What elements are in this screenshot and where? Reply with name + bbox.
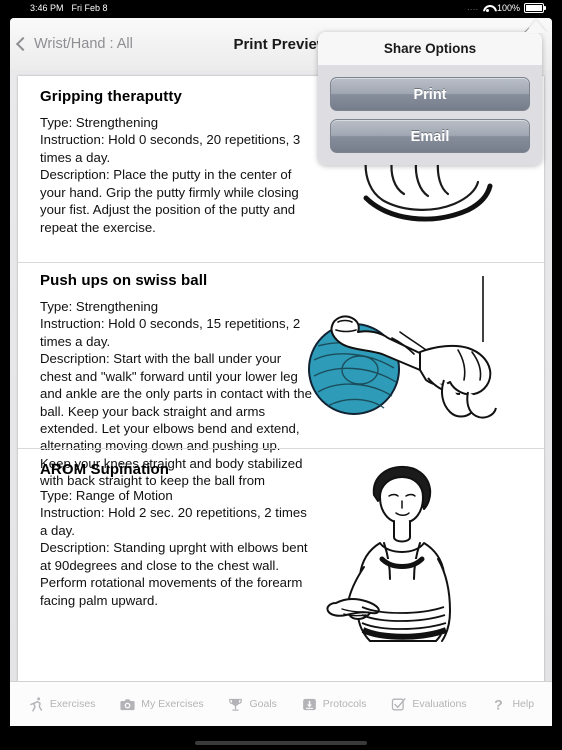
status-bar-left: 3:46 PM Fri Feb 8 (30, 3, 108, 13)
print-preview-page: Gripping theraputty Type: Strengthening … (18, 76, 544, 707)
app-window: Wrist/Hand : All Print Preview Gripping … (10, 18, 552, 726)
tab-label: Evaluations (412, 698, 467, 710)
exercise-instruction: Instruction: Hold 2 sec. 20 repetitions,… (40, 505, 311, 538)
question-mark-icon: ? (495, 697, 504, 713)
exercise-instruction: Instruction: Hold 0 seconds, 20 repetiti… (40, 132, 304, 165)
tab-label: Help (512, 698, 535, 710)
exercise-divider (18, 448, 544, 449)
svg-text:?: ? (495, 697, 504, 713)
runner-icon (30, 696, 43, 712)
battery-percent: 100% (496, 3, 520, 13)
battery-full-icon (524, 3, 546, 13)
exercise-text-column: Push ups on swiss ball Type: Strengtheni… (40, 272, 314, 490)
exercise-title: AROM Supination (40, 461, 169, 478)
tab-goals[interactable]: Goals (227, 696, 277, 713)
tab-bar: Exercises My Exercises Goals Protocols E… (10, 681, 552, 726)
popover-title: Share Options (318, 32, 542, 65)
exercise-description: Description: Place the putty in the cent… (40, 167, 303, 235)
tab-my-exercises[interactable]: My Exercises (119, 696, 204, 713)
home-indicator (195, 741, 367, 745)
download-box-icon (302, 698, 316, 710)
arom-supination-illustration (318, 463, 508, 663)
share-options-popover: Share Options Print Email (318, 32, 542, 165)
checklist-icon (392, 697, 406, 710)
email-button[interactable]: Email (330, 119, 530, 153)
trophy-icon (229, 698, 243, 711)
exercise-title: Gripping theraputty (40, 88, 182, 105)
tab-label: My Exercises (141, 698, 204, 710)
signal-dots-icon: .... (467, 4, 479, 12)
exercise-instruction: Instruction: Hold 0 seconds, 15 repetiti… (40, 316, 304, 349)
print-preview-scroll-area[interactable]: Gripping theraputty Type: Strengthening … (10, 70, 552, 707)
exercise-text-column: AROM Supination Type: Range of Motion In… (40, 461, 314, 609)
exercise-title: Push ups on swiss ball (40, 272, 208, 289)
tab-exercises[interactable]: Exercises (28, 696, 96, 713)
tab-evaluations[interactable]: Evaluations (390, 696, 467, 713)
status-time: 3:46 PM (30, 3, 64, 13)
tab-label: Goals (249, 698, 277, 710)
ipad-device-frame: 3:46 PM Fri Feb 8 .... 100% Wrist/Hand :… (0, 0, 562, 750)
tab-protocols[interactable]: Protocols (301, 696, 367, 713)
print-button[interactable]: Print (330, 77, 530, 111)
camera-icon (120, 698, 135, 710)
popover-arrow (525, 20, 547, 33)
status-bar-right: .... 100% (467, 3, 546, 13)
status-date: Fri Feb 8 (71, 3, 108, 13)
exercise-type: Type: Strengthening (40, 299, 159, 314)
wifi-icon (483, 4, 493, 12)
exercise-text-column: Gripping theraputty Type: Strengthening … (40, 88, 314, 236)
tab-help[interactable]: ? Help (490, 696, 534, 713)
popover-body: Print Email (318, 65, 542, 165)
exercise-type: Type: Strengthening (40, 115, 159, 130)
exercise-description: Description: Standing uprght with elbows… (40, 540, 312, 608)
tab-label: Exercises (49, 698, 96, 710)
exercise-type: Type: Range of Motion (40, 488, 173, 503)
tab-label: Protocols (322, 698, 367, 710)
push-up-swiss-ball-illustration (308, 274, 538, 439)
status-bar: 3:46 PM Fri Feb 8 .... 100% (0, 0, 562, 16)
exercise-divider (18, 262, 544, 263)
